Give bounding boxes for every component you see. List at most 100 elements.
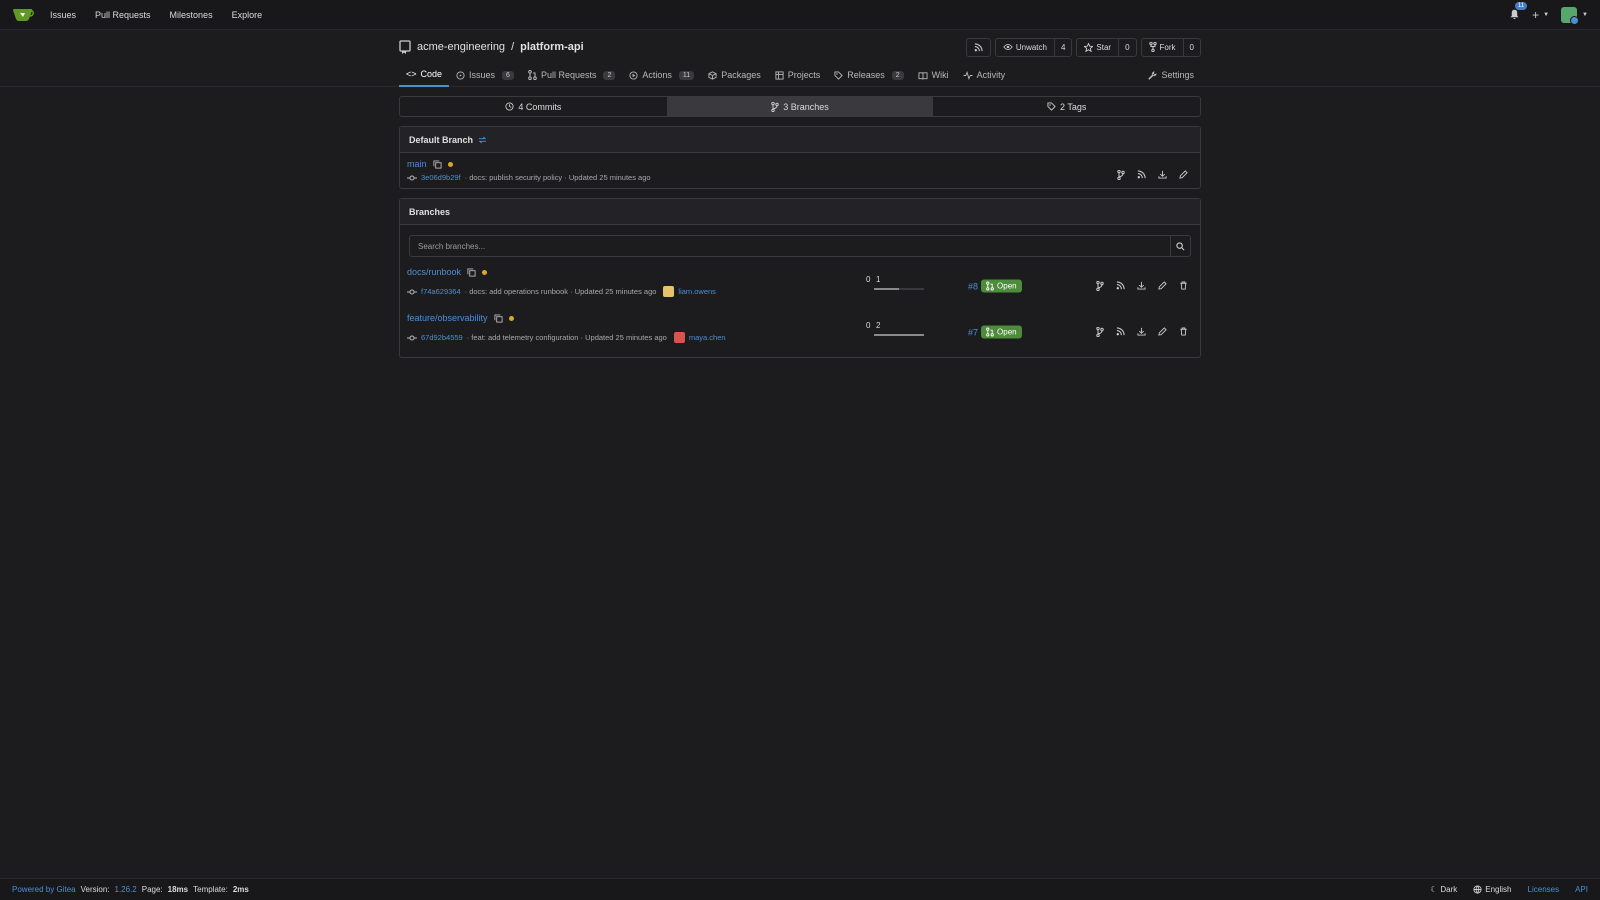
tab-projects[interactable]: Projects xyxy=(768,63,828,87)
download-icon[interactable] xyxy=(1137,281,1146,290)
tab-settings[interactable]: Settings xyxy=(1141,63,1201,87)
branch-name-link[interactable]: feature/observability xyxy=(407,313,488,323)
trash-icon[interactable] xyxy=(1179,327,1188,336)
star-group: Star 0 xyxy=(1076,37,1137,57)
eye-icon xyxy=(1003,44,1013,50)
star-count[interactable]: 0 xyxy=(1118,38,1135,56)
branch-create-icon[interactable] xyxy=(1096,281,1104,291)
package-icon xyxy=(708,70,717,80)
theme-switcher[interactable]: ☾ Dark xyxy=(1430,885,1457,894)
repo-owner-link[interactable]: acme-engineering xyxy=(417,41,505,53)
author-link[interactable]: maya.chen xyxy=(689,333,726,342)
licenses-link[interactable]: Licenses xyxy=(1528,885,1560,894)
branch-create-icon[interactable] xyxy=(1117,169,1125,180)
branch-search-input[interactable] xyxy=(410,236,1170,256)
branch-name-link[interactable]: main xyxy=(407,159,427,169)
row-actions xyxy=(1096,327,1188,337)
branches-link[interactable]: 3 Branches xyxy=(666,97,934,116)
user-menu-button[interactable]: ▼ xyxy=(1561,6,1588,25)
top-navbar: Issues Pull Requests Milestones Explore … xyxy=(0,0,1600,30)
ahead-behind-indicator: 0 2 xyxy=(866,321,926,343)
switch-icon[interactable] xyxy=(478,136,487,144)
status-dot[interactable] xyxy=(447,161,453,167)
tab-label: Wiki xyxy=(931,70,949,80)
gitea-logo-icon[interactable] xyxy=(12,7,34,23)
tab-actions[interactable]: Actions 11 xyxy=(622,63,701,87)
tab-pull-requests[interactable]: Pull Requests 2 xyxy=(521,63,622,87)
pr-status-badge[interactable]: Open xyxy=(981,279,1022,293)
nav-explore[interactable]: Explore xyxy=(232,10,263,20)
tab-label: Releases xyxy=(847,70,885,80)
create-menu-button[interactable]: + ▼ xyxy=(1532,8,1549,22)
pencil-icon[interactable] xyxy=(1158,327,1167,336)
nav-milestones[interactable]: Milestones xyxy=(170,10,213,20)
copy-icon[interactable] xyxy=(432,159,442,169)
branch-name-link[interactable]: docs/runbook xyxy=(407,267,461,277)
tab-badge: 11 xyxy=(678,70,695,80)
fork-count[interactable]: 0 xyxy=(1182,38,1200,56)
chevron-down-icon: ▼ xyxy=(1543,11,1550,18)
ahead-count: 1 xyxy=(876,275,881,284)
api-link[interactable]: API xyxy=(1575,885,1588,894)
tab-issues[interactable]: Issues 6 xyxy=(449,63,521,87)
commit-sha-link[interactable]: f74a629364 xyxy=(421,287,461,296)
branch-icon xyxy=(771,101,779,112)
version-link[interactable]: 1.26.2 xyxy=(115,885,137,894)
repo-separator: / xyxy=(511,41,515,53)
copy-icon[interactable] xyxy=(493,313,503,323)
rss-icon[interactable] xyxy=(1116,327,1125,336)
default-branch-section: Default Branch main 3e06d9b29f · docs: p… xyxy=(399,126,1201,189)
commit-sha-link[interactable]: 3e06d9b29f xyxy=(421,173,461,182)
watch-count[interactable]: 4 xyxy=(1053,38,1071,56)
status-dot[interactable] xyxy=(482,269,488,275)
commit-sha-link[interactable]: 67d92b4559 xyxy=(421,333,463,342)
author-link[interactable]: liam.owens xyxy=(678,287,716,296)
tab-releases[interactable]: Releases 2 xyxy=(827,63,910,87)
pr-status-label: Open xyxy=(997,327,1017,337)
tab-label: Activity xyxy=(976,70,1006,80)
ahead-bar-fill xyxy=(874,334,924,336)
star-icon xyxy=(1084,42,1094,52)
commits-link[interactable]: 4 Commits xyxy=(400,97,667,116)
star-button[interactable]: Star xyxy=(1077,39,1118,56)
rss-icon[interactable] xyxy=(1116,281,1125,290)
status-dot[interactable] xyxy=(508,315,514,321)
row-actions xyxy=(1096,281,1188,291)
tags-link[interactable]: 2 Tags xyxy=(933,97,1200,116)
search-button[interactable] xyxy=(1170,236,1190,256)
powered-by-link[interactable]: Powered by Gitea xyxy=(12,885,76,894)
rss-icon[interactable] xyxy=(1137,169,1146,179)
copy-icon[interactable] xyxy=(467,267,476,277)
pencil-icon[interactable] xyxy=(1158,281,1167,290)
template-time-label: Template: xyxy=(193,885,228,894)
ahead-count: 2 xyxy=(876,321,881,330)
trash-icon[interactable] xyxy=(1179,281,1188,290)
tab-activity[interactable]: Activity xyxy=(956,63,1013,87)
rss-icon xyxy=(974,42,983,51)
download-icon[interactable] xyxy=(1158,170,1167,179)
pr-status-badge[interactable]: Open xyxy=(981,325,1022,339)
repo-name-link[interactable]: platform-api xyxy=(520,41,584,53)
download-icon[interactable] xyxy=(1137,327,1146,336)
tab-code[interactable]: <> Code xyxy=(399,63,450,87)
pr-status-label: Open xyxy=(997,281,1017,291)
rss-button[interactable] xyxy=(965,37,991,57)
author-avatar[interactable] xyxy=(673,332,685,343)
pr-number-link[interactable]: #8 xyxy=(968,281,978,291)
unwatch-button[interactable]: Unwatch xyxy=(996,39,1054,56)
tab-wiki[interactable]: Wiki xyxy=(911,63,956,87)
tab-packages[interactable]: Packages xyxy=(701,63,768,87)
pr-number-link[interactable]: #7 xyxy=(968,327,978,337)
ahead-bar xyxy=(874,288,924,290)
notifications-button[interactable]: 11 xyxy=(1509,2,1528,20)
author-avatar[interactable] xyxy=(663,286,675,297)
branch-create-icon[interactable] xyxy=(1096,327,1104,337)
pull-request-icon xyxy=(528,70,537,80)
commit-message: · docs: add operations runbook · Updated… xyxy=(464,287,657,296)
nav-pull-requests[interactable]: Pull Requests xyxy=(95,10,151,20)
globe-icon xyxy=(1473,885,1482,894)
fork-button[interactable]: Fork xyxy=(1142,39,1183,56)
pencil-icon[interactable] xyxy=(1179,169,1188,179)
nav-issues[interactable]: Issues xyxy=(50,10,76,20)
language-switcher[interactable]: English xyxy=(1473,885,1512,894)
